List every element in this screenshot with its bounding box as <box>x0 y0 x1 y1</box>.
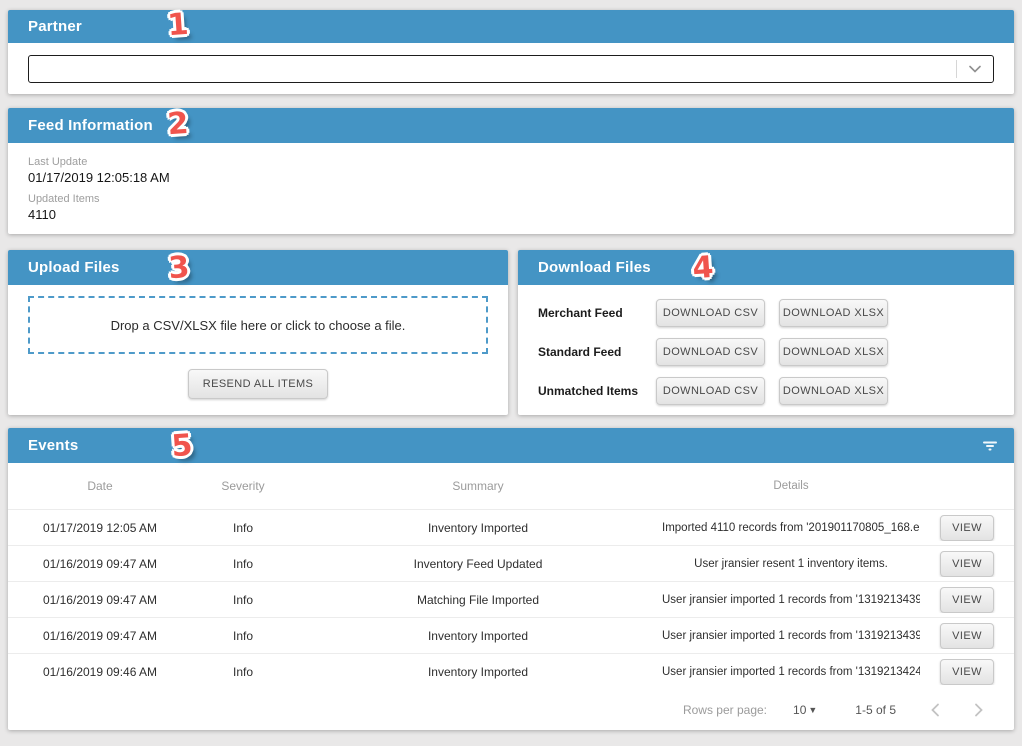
event-details: User jransier resent 1 inventory items. <box>662 558 920 570</box>
download-row-unmatched-items: Unmatched Items DOWNLOAD CSV DOWNLOAD XL… <box>538 371 1014 410</box>
table-row: 01/16/2019 09:47 AM Info Inventory Feed … <box>8 545 1014 581</box>
event-summary: Inventory Imported <box>294 521 662 535</box>
event-date: 01/16/2019 09:46 AM <box>8 665 192 679</box>
last-update-value: 01/17/2019 12:05:18 AM <box>28 170 994 185</box>
next-page-icon[interactable] <box>974 703 984 717</box>
standard-feed-label: Standard Feed <box>538 345 656 359</box>
view-button[interactable]: VIEW <box>940 659 994 685</box>
page: Partner Feed Information Last Update 01/… <box>0 0 1022 746</box>
unmatched-items-download-csv-button[interactable]: DOWNLOAD CSV <box>656 377 765 405</box>
filter-icon[interactable] <box>982 428 998 463</box>
standard-feed-download-csv-button[interactable]: DOWNLOAD CSV <box>656 338 765 366</box>
standard-feed-download-xlsx-button[interactable]: DOWNLOAD XLSX <box>779 338 888 366</box>
table-row: 01/16/2019 09:47 AM Info Matching File I… <box>8 581 1014 617</box>
resend-all-items-button[interactable]: RESEND ALL ITEMS <box>188 369 329 399</box>
event-details: User jransier imported 1 records from '1… <box>662 594 920 606</box>
partner-panel-body <box>8 43 1014 95</box>
updated-items-label: Updated Items <box>28 193 994 205</box>
table-row: 01/16/2019 09:46 AM Info Inventory Impor… <box>8 653 1014 689</box>
event-severity: Info <box>192 521 294 535</box>
view-button[interactable]: VIEW <box>940 551 994 577</box>
events-table-header: Date Severity Summary Details <box>8 463 1014 509</box>
event-date: 01/16/2019 09:47 AM <box>8 629 192 643</box>
last-update-label: Last Update <box>28 156 994 168</box>
rows-per-page-value: 10 <box>793 703 806 717</box>
caret-down-icon: ▼ <box>808 705 817 715</box>
download-row-standard-feed: Standard Feed DOWNLOAD CSV DOWNLOAD XLSX <box>538 332 1014 371</box>
event-details: User jransier imported 1 records from '1… <box>662 666 920 678</box>
upload-files-header: Upload Files <box>8 250 508 285</box>
feed-information-header: Feed Information <box>8 108 1014 143</box>
event-summary: Inventory Feed Updated <box>294 557 662 571</box>
unmatched-items-download-xlsx-button[interactable]: DOWNLOAD XLSX <box>779 377 888 405</box>
download-files-title: Download Files <box>538 259 651 276</box>
events-header: Events <box>8 428 1014 463</box>
event-severity: Info <box>192 593 294 607</box>
column-header-summary: Summary <box>294 479 662 493</box>
event-details: User jransier imported 1 records from '1… <box>662 630 920 642</box>
download-files-body: Merchant Feed DOWNLOAD CSV DOWNLOAD XLSX… <box>518 285 1014 410</box>
table-row: 01/16/2019 09:47 AM Info Inventory Impor… <box>8 617 1014 653</box>
view-button[interactable]: VIEW <box>940 587 994 613</box>
table-row: 01/17/2019 12:05 AM Info Inventory Impor… <box>8 509 1014 545</box>
partner-panel: Partner <box>8 10 1014 94</box>
file-dropzone[interactable]: Drop a CSV/XLSX file here or click to ch… <box>28 296 488 354</box>
download-files-panel: Download Files Merchant Feed DOWNLOAD CS… <box>518 250 1014 415</box>
event-summary: Inventory Imported <box>294 629 662 643</box>
upload-files-title: Upload Files <box>28 259 120 276</box>
events-panel: Events Date Severity Summary Details 01/… <box>8 428 1014 730</box>
feed-information-title: Feed Information <box>28 117 153 134</box>
pagination-footer: Rows per page: 10 ▼ 1-5 of 5 <box>8 689 1014 730</box>
upload-files-panel: Upload Files Drop a CSV/XLSX file here o… <box>8 250 508 415</box>
rows-per-page-label: Rows per page: <box>683 703 767 717</box>
partner-panel-title: Partner <box>28 18 82 35</box>
pagination-range: 1-5 of 5 <box>855 703 896 717</box>
column-header-severity: Severity <box>192 479 294 493</box>
updated-items-value: 4110 <box>28 207 994 222</box>
feed-information-body: Last Update 01/17/2019 12:05:18 AM Updat… <box>8 143 1014 243</box>
rows-per-page-select[interactable]: 10 ▼ <box>793 703 817 717</box>
resend-wrap: RESEND ALL ITEMS <box>8 369 508 399</box>
view-button[interactable]: VIEW <box>940 623 994 649</box>
merchant-feed-label: Merchant Feed <box>538 306 656 320</box>
event-summary: Inventory Imported <box>294 665 662 679</box>
event-summary: Matching File Imported <box>294 593 662 607</box>
event-severity: Info <box>192 629 294 643</box>
merchant-feed-download-csv-button[interactable]: DOWNLOAD CSV <box>656 299 765 327</box>
partner-select[interactable] <box>28 55 994 83</box>
events-title: Events <box>28 437 78 454</box>
event-date: 01/17/2019 12:05 AM <box>8 521 192 535</box>
download-files-header: Download Files <box>518 250 1014 285</box>
partner-panel-header: Partner <box>8 10 1014 43</box>
unmatched-items-label: Unmatched Items <box>538 384 656 398</box>
chevron-down-icon[interactable] <box>957 65 993 73</box>
event-severity: Info <box>192 665 294 679</box>
event-details: Imported 4110 records from '201901170805… <box>662 522 920 534</box>
view-button[interactable]: VIEW <box>940 515 994 541</box>
event-date: 01/16/2019 09:47 AM <box>8 593 192 607</box>
event-date: 01/16/2019 09:47 AM <box>8 557 192 571</box>
column-header-details: Details <box>662 480 920 492</box>
event-severity: Info <box>192 557 294 571</box>
merchant-feed-download-xlsx-button[interactable]: DOWNLOAD XLSX <box>779 299 888 327</box>
column-header-date: Date <box>8 479 192 493</box>
dropzone-text: Drop a CSV/XLSX file here or click to ch… <box>111 318 406 333</box>
previous-page-icon[interactable] <box>930 703 940 717</box>
download-row-merchant-feed: Merchant Feed DOWNLOAD CSV DOWNLOAD XLSX <box>538 293 1014 332</box>
feed-information-panel: Feed Information Last Update 01/17/2019 … <box>8 108 1014 234</box>
